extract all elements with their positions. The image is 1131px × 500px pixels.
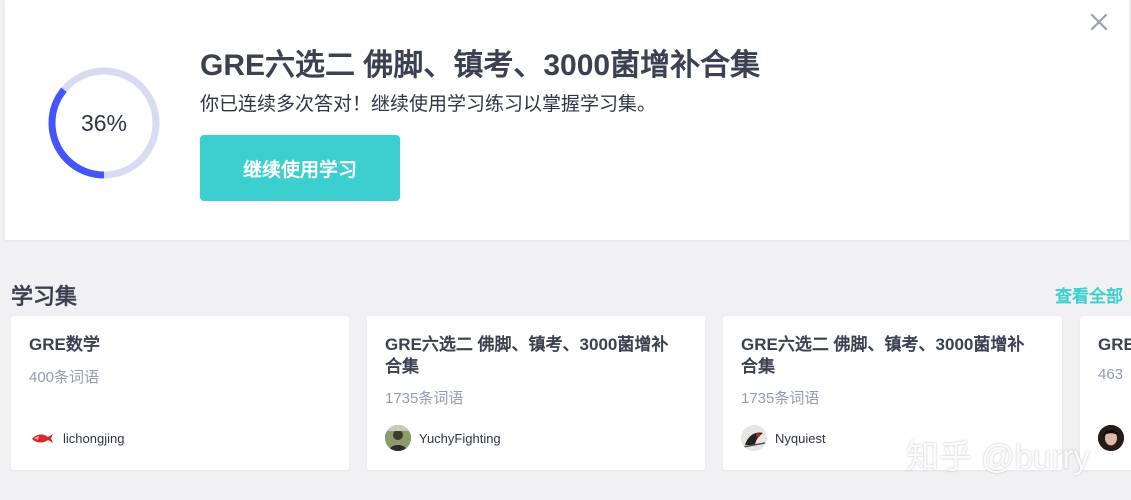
card-title: GRE六选二 佛脚、镇考、3000菌增补合集 (741, 335, 1025, 376)
watermark: 知乎 @burry (906, 438, 1090, 475)
card-title: GRE数学 (29, 335, 100, 354)
avatar (29, 425, 55, 451)
card-author[interactable]: YuchyFighting (385, 424, 501, 452)
study-set-card[interactable]: GRE数学 400条词语 lichongjing (11, 316, 349, 470)
progress-percent: 36% (80, 109, 128, 136)
person-photo-icon (1098, 425, 1124, 451)
author-name: Nyquiest (775, 430, 826, 446)
study-progress-banner: 36% GRE六选二 佛脚、镇考、3000菌增补合集 你已连续多次答对！继续使用… (5, 0, 1129, 240)
avatar (1098, 425, 1124, 451)
banner-title: GRE六选二 佛脚、镇考、3000菌增补合集 (200, 49, 761, 82)
card-title: GRE六选二 佛脚、镇考、3000菌增补合集 (385, 335, 669, 376)
author-name: lichongjing (63, 430, 125, 446)
card-author[interactable]: Nyquiest (741, 424, 826, 452)
avatar (741, 425, 767, 451)
continue-learning-button[interactable]: 继续使用学习 (200, 135, 400, 201)
card-term-count: 463 (1098, 366, 1124, 383)
banner-subtitle: 你已连续多次答对！继续使用学习练习以掌握学习集。 (200, 94, 657, 115)
card-title: GRE (1098, 335, 1131, 354)
card-term-count: 1735条词语 (741, 390, 820, 407)
card-term-count: 1735条词语 (385, 390, 464, 407)
card-author[interactable]: lichongjing (29, 424, 124, 452)
close-button[interactable] (1086, 9, 1112, 35)
card-author[interactable] (1098, 424, 1131, 452)
close-icon (1090, 13, 1108, 31)
progress-ring: 36% (47, 66, 161, 180)
view-all-link[interactable]: 查看全部 (1055, 282, 1123, 307)
author-name: YuchyFighting (419, 430, 501, 446)
person-photo-icon (385, 425, 411, 451)
avatar (385, 425, 411, 451)
fish-icon (32, 434, 53, 443)
study-set-card[interactable]: GRE六选二 佛脚、镇考、3000菌增补合集 1735条词语 YuchyFigh… (367, 316, 705, 470)
section-title: 学习集 (11, 284, 78, 309)
bird-icon (741, 425, 767, 451)
card-term-count: 400条词语 (29, 369, 100, 386)
